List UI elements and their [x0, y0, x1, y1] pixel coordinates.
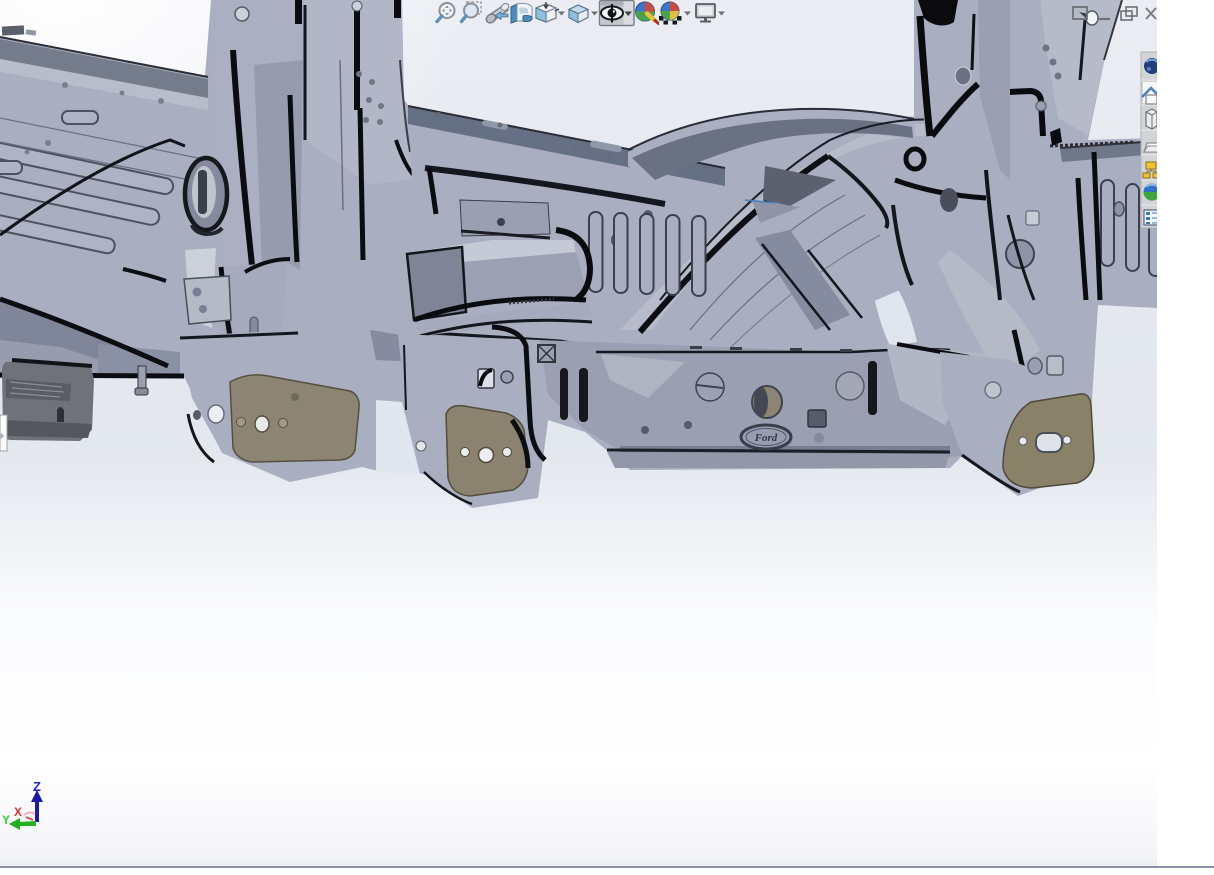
- svg-text:Ford: Ford: [754, 432, 778, 444]
- svg-text:Y: Y: [2, 813, 10, 827]
- svg-text:Z: Z: [33, 779, 41, 794]
- svg-text:X: X: [14, 805, 22, 819]
